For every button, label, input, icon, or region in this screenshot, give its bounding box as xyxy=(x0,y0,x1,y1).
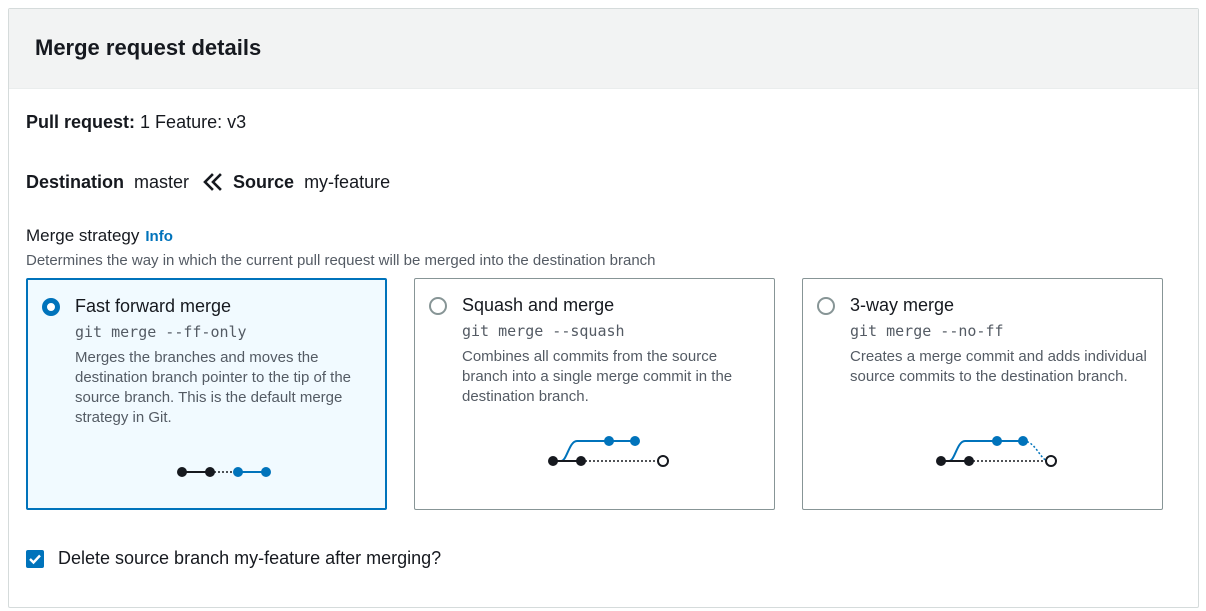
panel-header: Merge request details xyxy=(9,9,1198,89)
check-icon xyxy=(29,554,41,564)
three-way-diagram-icon xyxy=(935,429,1065,478)
destination-label: Destination xyxy=(26,172,125,192)
strategy-card-three-way[interactable]: 3-way merge git merge --no-ff Creates a … xyxy=(802,278,1163,510)
pull-request-label: Pull request: xyxy=(26,112,136,132)
delete-branch-row: Delete source branch my-feature after me… xyxy=(26,548,441,569)
merge-strategy-row: Merge strategy Info xyxy=(26,226,173,246)
radio-three-way[interactable] xyxy=(817,297,835,315)
pull-request-row: Pull request: 1 Feature: v3 xyxy=(26,112,246,133)
card-command: git merge --no-ff xyxy=(850,322,1004,340)
card-command: git merge --squash xyxy=(462,322,625,340)
info-link[interactable]: Info xyxy=(145,228,173,245)
merge-strategy-description: Determines the way in which the current … xyxy=(26,252,656,269)
fast-forward-diagram-icon xyxy=(176,462,276,487)
strategy-card-fast-forward[interactable]: Fast forward merge git merge --ff-only M… xyxy=(26,278,387,510)
strategy-card-squash[interactable]: Squash and merge git merge --squash Comb… xyxy=(414,278,775,510)
card-description: Creates a merge commit and adds individu… xyxy=(850,348,1147,385)
card-command: git merge --ff-only xyxy=(75,323,247,341)
destination-value: master xyxy=(134,172,190,192)
pull-request-value: 1 Feature: v3 xyxy=(140,112,247,132)
card-title: Squash and merge xyxy=(462,295,615,315)
radio-fast-forward[interactable] xyxy=(42,298,60,316)
double-chevron-left-icon xyxy=(203,172,223,193)
source-value: my-feature xyxy=(304,172,391,192)
radio-squash[interactable] xyxy=(429,297,447,315)
merge-strategy-label: Merge strategy xyxy=(26,226,140,245)
card-title: 3-way merge xyxy=(850,295,955,315)
delete-branch-checkbox[interactable] xyxy=(26,549,44,568)
card-description: Combines all commits from the source bra… xyxy=(462,348,733,405)
source-label: Source xyxy=(233,172,295,192)
branch-row: Destination master Source my-feature xyxy=(26,172,390,193)
card-title: Fast forward merge xyxy=(75,296,232,316)
panel-title: Merge request details xyxy=(35,35,262,60)
squash-diagram-icon xyxy=(547,429,677,478)
card-description: Merges the branches and moves the destin… xyxy=(75,349,352,426)
delete-branch-label[interactable]: Delete source branch my-feature after me… xyxy=(58,548,441,569)
